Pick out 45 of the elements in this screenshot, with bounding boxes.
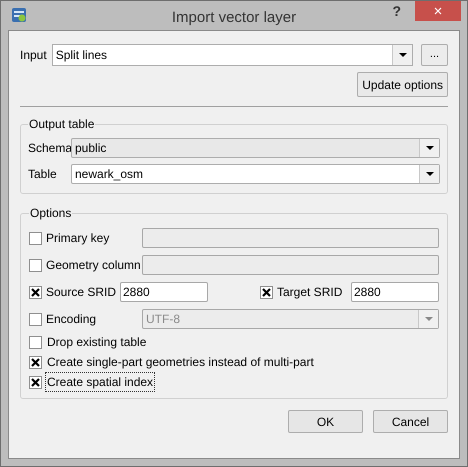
checkbox[interactable] [29,312,42,326]
input-label: Input [20,46,47,64]
combo-box[interactable]: public [71,138,440,158]
srid-field[interactable]: 2880 [351,282,439,302]
input-combo[interactable]: Split lines [52,44,413,66]
checkbox[interactable] [29,258,42,272]
srid-field[interactable]: 2880 [120,282,208,302]
caret-icon [398,52,406,56]
option-label: Primary key [46,230,110,247]
checkbox[interactable] [29,336,42,348]
checkbox[interactable] [29,356,42,368]
check-x-icon [31,358,40,366]
check-x-icon [31,288,40,296]
close-button[interactable]: × [415,1,461,21]
check-x-icon [31,378,40,386]
checkbox[interactable] [260,286,273,298]
dialog-button[interactable]: Cancel [373,410,448,433]
dropdown-button[interactable] [419,139,439,157]
option-label: Create spatial index [45,372,156,392]
option-label: Drop existing table [46,334,148,351]
update-options-button[interactable]: Update options [357,72,448,97]
dropdown-button[interactable] [392,44,412,64]
window-title: Import vector layer [172,8,296,28]
option-label: Create single-part geometries instead of multi-part [46,354,315,371]
help-button[interactable]: ? [392,4,401,18]
group-title: Options [30,206,72,220]
checkbox[interactable] [29,286,42,298]
browse-button[interactable]: ... [421,44,448,66]
option-label: Geometry column [46,257,142,274]
option-label: Encoding [46,311,98,328]
caret-icon [424,317,432,321]
database-icon [11,7,27,23]
combo-box[interactable]: newark_osm [71,164,440,184]
group-title: Output table [29,117,94,131]
field-label: Schema [28,140,71,157]
caret-icon [426,172,434,176]
checkbox[interactable] [29,376,42,388]
option-label: Target SRID [277,284,344,301]
dialog-button[interactable]: OK [288,410,363,433]
field-label: Table [28,166,58,183]
check-x-icon [262,288,271,296]
dropdown-button[interactable] [419,165,439,183]
checkbox[interactable] [29,232,42,244]
option-label: Source SRID [46,284,118,301]
caret-icon [426,146,434,150]
